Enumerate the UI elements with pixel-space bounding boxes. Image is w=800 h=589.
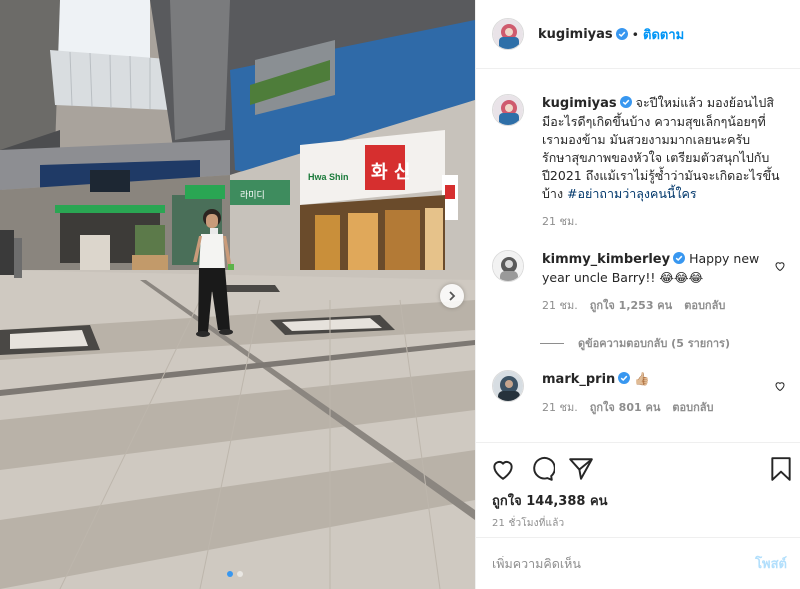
carousel-indicator xyxy=(227,571,243,577)
comment-username[interactable]: kimmy_kimberley xyxy=(542,252,670,267)
post-side-panel: kugimiyas • ติดตาม kugimiyas จะปีใหม่แล้… xyxy=(475,0,800,589)
caption-time: 21 ชม. xyxy=(542,215,578,228)
comment-item: mark_prin 👍🏼 21 ชม. ถูกใจ 801 คน ตอบกลับ xyxy=(492,370,792,417)
comments-section: kugimiyas จะปีใหม่แล้ว มองย้อนไปสิ มีอะไ… xyxy=(476,70,800,442)
comment-likes[interactable]: ถูกใจ 801 คน xyxy=(590,399,661,417)
view-replies-text: ดูข้อความตอบกลับ (5 รายการ) xyxy=(578,337,730,350)
verified-badge-icon xyxy=(673,252,686,264)
comment-likes[interactable]: ถูกใจ 1,253 คน xyxy=(590,297,672,315)
avatar[interactable] xyxy=(492,18,524,50)
verified-badge-icon xyxy=(618,372,631,384)
verified-badge-icon xyxy=(615,28,628,40)
caption-username[interactable]: kugimiyas xyxy=(542,96,617,111)
verified-badge-icon xyxy=(619,96,632,108)
comment-username[interactable]: mark_prin xyxy=(542,372,615,387)
post-photo[interactable]: Hwa Shin 화 신 라미디 xyxy=(0,0,475,589)
comment-time: 21 ชม. xyxy=(542,299,578,312)
carousel-next-button[interactable] xyxy=(440,284,464,308)
caption: kugimiyas จะปีใหม่แล้ว มองย้อนไปสิ มีอะไ… xyxy=(492,94,792,231)
post-comment-button[interactable]: โพสต์ xyxy=(755,553,787,574)
caption-avatar[interactable] xyxy=(492,94,524,126)
hwa-shin-korean-text: 화 신 xyxy=(371,162,410,183)
chevron-right-icon xyxy=(449,291,456,301)
comment-avatar[interactable] xyxy=(492,370,524,402)
post-header: kugimiyas • ติดตาม xyxy=(476,0,800,69)
add-comment-bar: โพสต์ xyxy=(476,537,800,589)
comment-input[interactable] xyxy=(492,556,756,571)
comment-time: 21 ชม. xyxy=(542,401,578,414)
caption-hashtag[interactable]: #อย่าถามว่าลุงคนนี้ใคร xyxy=(567,186,697,201)
follow-button[interactable]: ติดตาม xyxy=(643,24,684,45)
comment-icon[interactable] xyxy=(529,456,555,482)
left-sign-text: 라미디 xyxy=(240,190,265,201)
view-replies-line xyxy=(540,342,564,344)
share-icon[interactable] xyxy=(568,456,594,482)
reply-button[interactable]: ตอบกลับ xyxy=(672,399,713,417)
heart-icon[interactable] xyxy=(490,456,516,482)
comment-avatar[interactable] xyxy=(492,250,524,282)
post-time[interactable]: 21 ชั่วโมงที่แล้ว xyxy=(492,516,564,531)
bookmark-icon[interactable] xyxy=(768,456,794,482)
post-actions: ถูกใจ 144,388 คน 21 ชั่วโมงที่แล้ว xyxy=(476,442,800,537)
comment-text: 👍🏼 xyxy=(634,371,650,386)
carousel-dot xyxy=(237,571,243,577)
comment-heart-icon[interactable] xyxy=(774,260,786,272)
photo-scene: Hwa Shin 화 신 라미디 xyxy=(0,0,475,589)
header-username[interactable]: kugimiyas xyxy=(538,27,613,42)
instagram-post: Hwa Shin 화 신 라미디 kugimiyas • ติดตาม kugi… xyxy=(0,0,800,589)
hwa-shin-latin-text: Hwa Shin xyxy=(308,172,349,182)
view-replies-button[interactable]: ดูข้อความตอบกลับ (5 รายการ) xyxy=(540,334,730,352)
comment-heart-icon[interactable] xyxy=(774,380,786,392)
likes-count[interactable]: ถูกใจ 144,388 คน xyxy=(492,490,608,511)
reply-button[interactable]: ตอบกลับ xyxy=(684,297,725,315)
header-separator: • xyxy=(631,26,640,42)
carousel-dot-active xyxy=(227,571,233,577)
comment-item: kimmy_kimberley Happy new year uncle Bar… xyxy=(492,250,792,315)
